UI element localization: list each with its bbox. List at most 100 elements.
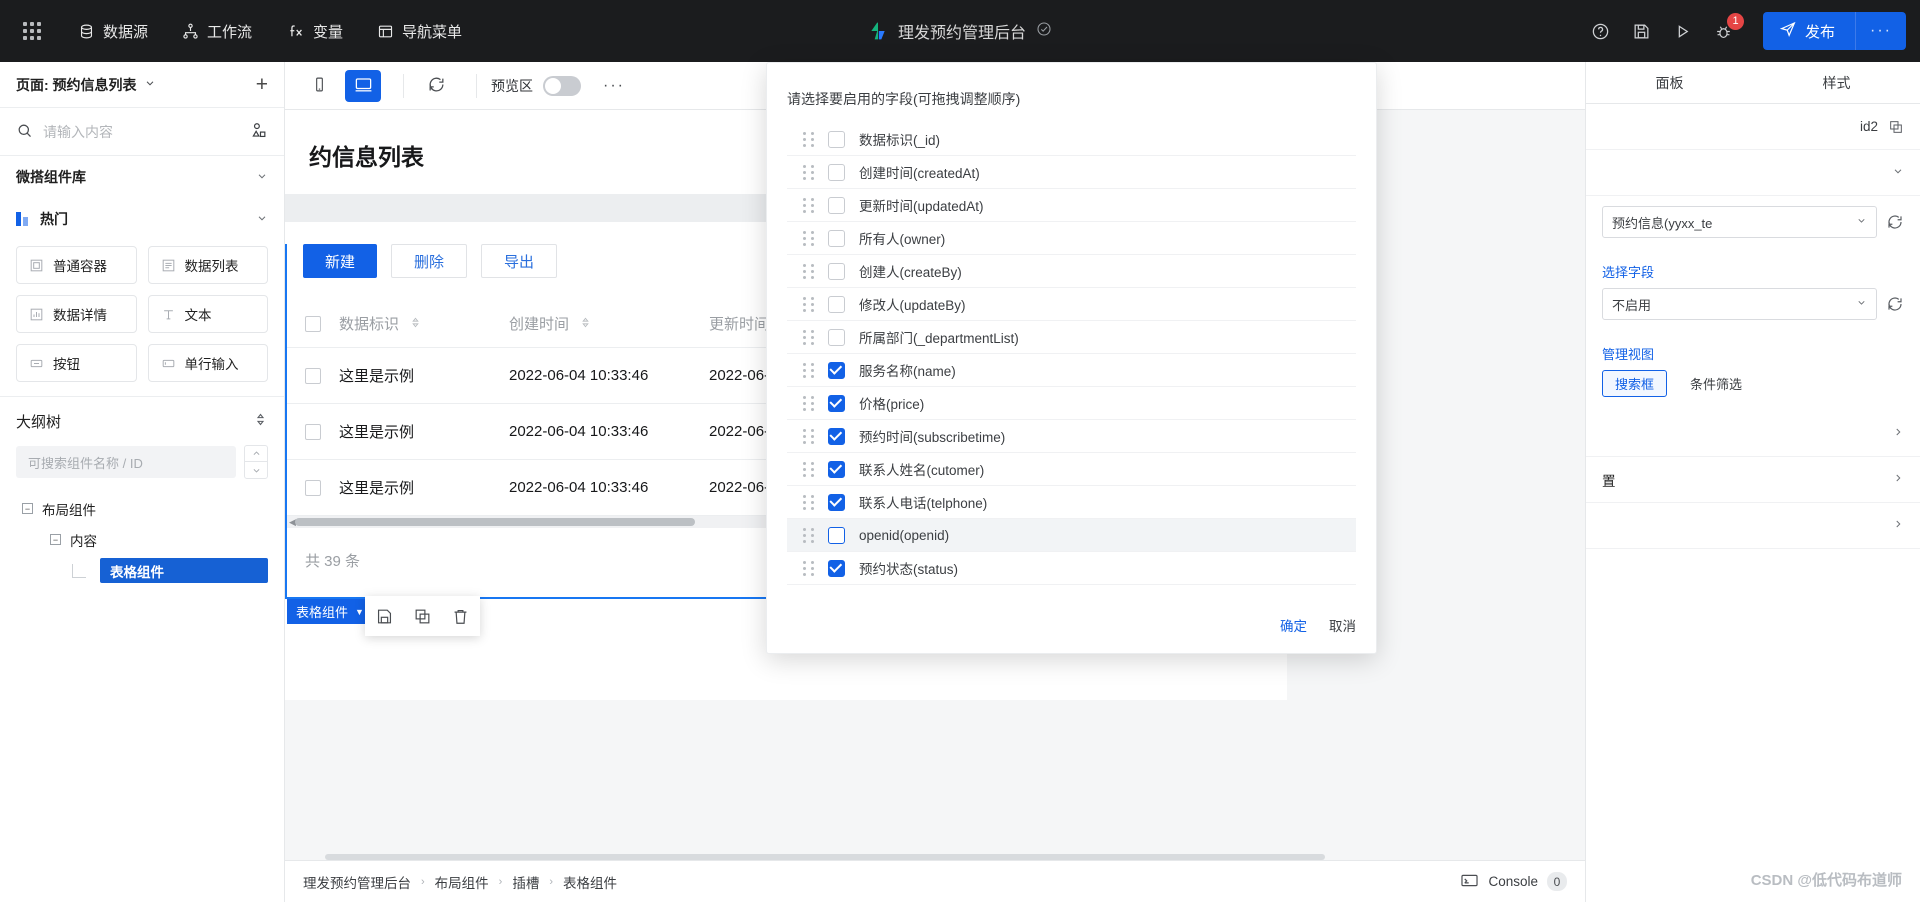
tab-style[interactable]: 样式 [1753, 62, 1920, 103]
delete-button[interactable]: 删除 [391, 244, 468, 278]
field-row[interactable]: 联系人电话(telphone) [787, 486, 1356, 519]
view-tab-filter[interactable]: 条件筛选 [1677, 370, 1755, 397]
component-search-input[interactable]: 请输入内容 [43, 122, 239, 142]
right-panel-section-4[interactable] [1586, 503, 1920, 549]
component-card-text[interactable]: 文本 [147, 295, 268, 333]
console-button[interactable]: Console 0 [1460, 871, 1567, 893]
field-checkbox[interactable] [828, 295, 845, 313]
refresh-preview-button[interactable] [418, 70, 454, 102]
row-checkbox[interactable] [305, 368, 321, 385]
field-row[interactable]: 预约状态(status) [787, 552, 1356, 585]
breadcrumb-item-app[interactable]: 理发预约管理后台 [303, 872, 411, 892]
field-checkbox[interactable] [828, 559, 845, 577]
outline-stepper[interactable] [244, 445, 268, 479]
copy-icon[interactable] [1888, 119, 1904, 135]
right-panel-section-3[interactable]: 置 [1586, 457, 1920, 503]
refresh-icon[interactable] [1886, 295, 1904, 313]
component-card-data-list[interactable]: 数据列表 [147, 246, 268, 284]
row-checkbox[interactable] [305, 480, 321, 497]
refresh-icon[interactable] [1886, 213, 1904, 231]
page-selector[interactable]: 页面: 预约信息列表 [16, 75, 156, 95]
breadcrumb-item-layout[interactable]: 布局组件 [435, 872, 489, 892]
tree-node-content[interactable]: − 内容 [0, 524, 284, 555]
tab-panel[interactable]: 面板 [1586, 62, 1753, 103]
view-tab-search-box[interactable]: 搜索框 [1602, 370, 1668, 397]
select-all-checkbox[interactable] [305, 316, 321, 333]
sort-icon[interactable] [410, 316, 421, 332]
drag-handle-icon[interactable] [803, 263, 814, 279]
field-checkbox[interactable] [828, 526, 845, 544]
top-nav-item-datasource[interactable]: 数据源 [78, 21, 148, 42]
field-checkbox[interactable] [828, 262, 845, 280]
add-page-button[interactable]: + [256, 74, 268, 95]
help-circle-icon[interactable] [1591, 22, 1610, 41]
sort-icon[interactable] [580, 316, 591, 332]
field-row[interactable]: openid(openid) [787, 519, 1356, 552]
component-card-input[interactable]: 单行输入 [147, 344, 268, 382]
right-panel-section-1[interactable] [1586, 150, 1920, 196]
drag-handle-icon[interactable] [803, 131, 814, 147]
field-checkbox[interactable] [828, 163, 845, 181]
top-nav-item-workflow[interactable]: 工作流 [182, 21, 252, 42]
scrollbar-thumb[interactable] [295, 518, 695, 526]
drag-handle-icon[interactable] [803, 296, 814, 312]
create-button[interactable]: 新建 [303, 244, 378, 278]
drag-handle-icon[interactable] [803, 329, 814, 345]
field-checkbox[interactable] [828, 361, 845, 379]
collapse-icon[interactable]: − [22, 503, 33, 514]
component-card-container[interactable]: 普通容器 [16, 246, 137, 284]
drag-handle-icon[interactable] [803, 230, 814, 246]
publish-button[interactable]: 发布 [1763, 12, 1855, 50]
custom-component-icon[interactable] [249, 121, 268, 143]
trash-icon[interactable] [451, 607, 470, 626]
field-row[interactable]: 联系人姓名(cutomer) [787, 453, 1356, 486]
stepper-up-icon[interactable] [245, 446, 267, 462]
column-header-created[interactable]: 创建时间 [509, 300, 709, 348]
stepper-down-icon[interactable] [245, 462, 267, 478]
cancel-button[interactable]: 取消 [1329, 615, 1356, 635]
field-checkbox[interactable] [828, 394, 845, 412]
drag-handle-icon[interactable] [803, 560, 814, 576]
preview-toggle[interactable] [543, 75, 581, 96]
tree-node-layout[interactable]: − 布局组件 [0, 493, 284, 524]
field-row[interactable]: 数据标识(_id) [787, 123, 1356, 156]
field-checkbox[interactable] [828, 196, 845, 214]
field-row[interactable]: 所有人(owner) [787, 222, 1356, 255]
drag-handle-icon[interactable] [803, 164, 814, 180]
breadcrumb-item-slot[interactable]: 插槽 [512, 872, 539, 892]
bug-icon[interactable]: 1 [1714, 12, 1744, 41]
top-nav-item-navmenu[interactable]: 导航菜单 [377, 21, 462, 42]
drag-handle-icon[interactable] [803, 461, 814, 477]
field-row[interactable]: 所属部门(_departmentList) [787, 321, 1356, 354]
selected-component-tag[interactable]: 表格组件 ▼ [287, 599, 373, 624]
play-icon[interactable] [1673, 22, 1692, 41]
component-card-button[interactable]: 按钮 [16, 344, 137, 382]
drag-handle-icon[interactable] [803, 197, 814, 213]
tree-node-table[interactable]: 表格组件 [0, 555, 284, 586]
field-row[interactable]: 更新时间(updatedAt) [787, 189, 1356, 222]
breadcrumb-item-table[interactable]: 表格组件 [563, 872, 617, 892]
export-button[interactable]: 导出 [481, 244, 558, 278]
field-checkbox[interactable] [828, 130, 845, 148]
right-panel-section-2[interactable] [1586, 411, 1920, 457]
sort-toggle-icon[interactable] [253, 412, 268, 431]
field-row[interactable]: 创建人(createBy) [787, 255, 1356, 288]
drag-handle-icon[interactable] [803, 527, 814, 543]
drag-handle-icon[interactable] [803, 362, 814, 378]
field-checkbox[interactable] [828, 460, 845, 478]
publish-more-button[interactable]: ··· [1855, 12, 1906, 50]
top-nav-item-variable[interactable]: 变量 [286, 21, 343, 42]
confirm-button[interactable]: 确定 [1280, 615, 1307, 635]
field-checkbox[interactable] [828, 493, 845, 511]
grid-apps-icon[interactable] [10, 22, 54, 40]
drag-handle-icon[interactable] [803, 428, 814, 444]
field-row[interactable]: 修改人(updateBy) [787, 288, 1356, 321]
field-checkbox[interactable] [828, 427, 845, 445]
row-checkbox[interactable] [305, 424, 321, 441]
device-desktop-button[interactable] [345, 69, 381, 102]
hot-section-header[interactable]: 热门 [0, 198, 284, 240]
select-field-select[interactable]: 不启用 [1602, 288, 1877, 320]
chevron-down-icon[interactable]: ▼ [355, 607, 364, 617]
outline-search-input[interactable]: 可搜索组件名称 / ID [16, 446, 236, 478]
copy-icon[interactable] [413, 607, 432, 626]
